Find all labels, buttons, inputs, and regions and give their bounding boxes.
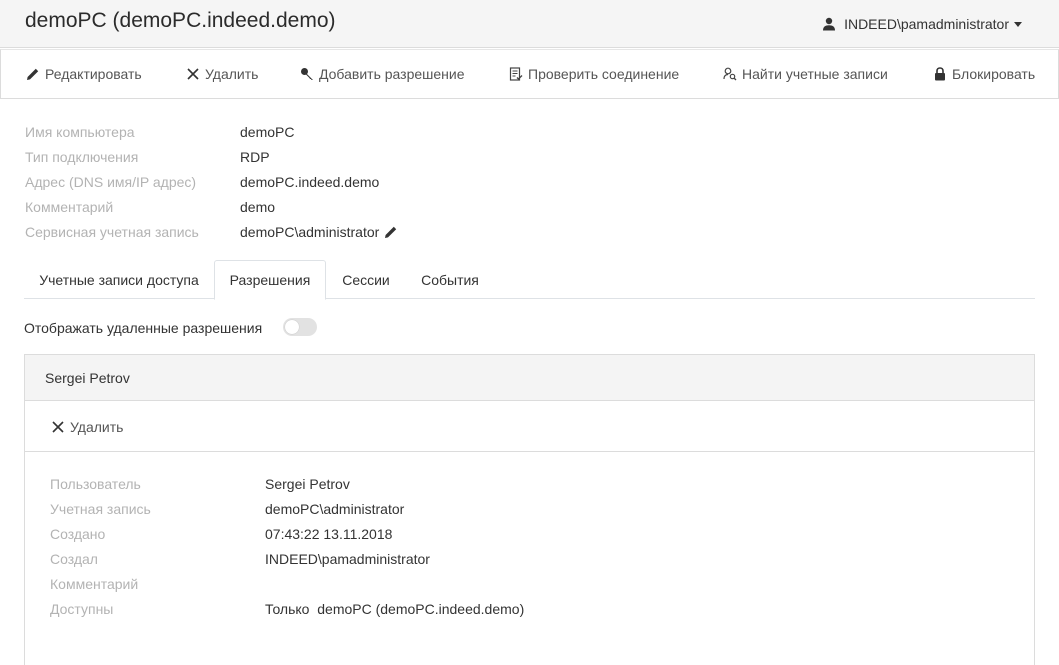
permission-title: Sergei Petrov (45, 370, 130, 386)
field-label: Учетная запись (50, 501, 151, 517)
delete-button-label: Удалить (205, 66, 259, 82)
tab-bar: Учетные записи доступа Разрешения Сессии… (24, 260, 1035, 300)
page-title: demoPC (demoPC.indeed.demo) (25, 9, 336, 32)
property-label: Имя компьютера (25, 124, 135, 140)
block-button[interactable]: Блокировать (933, 50, 1035, 98)
property-value: demoPC (240, 124, 295, 140)
permission-card: Sergei Petrov Удалить (24, 354, 1035, 665)
user-name: INDEED\pamadministrator (844, 16, 1009, 32)
permission-card-header[interactable]: Sergei Petrov (25, 355, 1034, 401)
lock-icon (933, 67, 947, 81)
tab-permissions[interactable]: Разрешения (214, 260, 326, 300)
field-value: INDEED\pamadministrator (265, 551, 430, 567)
property-label: Сервисная учетная запись (25, 224, 199, 240)
show-deleted-label: Отображать удаленные разрешения (24, 320, 263, 336)
tab-events[interactable]: События (408, 260, 492, 299)
field-value: demoPC\administrator (265, 501, 405, 517)
delete-permission-button[interactable]: Удалить (51, 402, 123, 452)
tab-sessions[interactable]: Сессии (328, 260, 404, 299)
field-label: Комментарий (50, 576, 139, 592)
toggle-knob (285, 320, 299, 334)
server-check-icon (509, 67, 523, 81)
add-permission-button[interactable]: Добавить разрешение (300, 50, 465, 98)
user-menu-dropdown[interactable]: INDEED\pamadministrator (822, 16, 1022, 32)
add-permission-label: Добавить разрешение (319, 66, 465, 82)
field-label: Доступны (50, 601, 114, 617)
permission-actions: Удалить (25, 402, 1034, 452)
field-value: Sergei Petrov (265, 476, 350, 492)
property-value: demoPC.indeed.demo (240, 174, 380, 190)
field-label: Создано (50, 526, 106, 542)
find-accounts-label: Найти учетные записи (742, 66, 888, 82)
service-account-text: demoPC\administrator (240, 224, 380, 240)
field-value: 07:43:22 13.11.2018 (265, 526, 393, 542)
chevron-down-icon (1014, 21, 1022, 27)
pencil-icon[interactable] (384, 225, 398, 239)
top-header: demoPC (demoPC.indeed.demo) INDEED\pamad… (0, 0, 1059, 48)
field-value: Только demoPC (demoPC.indeed.demo) (265, 601, 525, 617)
service-account-value: demoPC\administrator (240, 224, 398, 240)
key-icon (300, 67, 314, 81)
delete-button[interactable]: Удалить (186, 50, 258, 98)
property-value: RDP (240, 149, 270, 165)
delete-permission-label: Удалить (70, 419, 124, 435)
find-accounts-button[interactable]: Найти учетные записи (723, 50, 888, 98)
field-label: Создал (50, 551, 98, 567)
block-button-label: Блокировать (952, 66, 1036, 82)
property-value: demo (240, 199, 276, 215)
tab-access-accounts[interactable]: Учетные записи доступа (24, 260, 214, 299)
user-icon (822, 17, 836, 31)
field-label: Пользователь (50, 476, 141, 492)
property-label: Тип подключения (25, 149, 139, 165)
user-search-icon (723, 67, 737, 81)
check-connection-label: Проверить соединение (528, 66, 680, 82)
close-icon (186, 67, 200, 81)
property-label: Комментарий (25, 199, 114, 215)
action-toolbar: Редактировать Удалить Добавить разрешени… (0, 49, 1059, 99)
close-icon (51, 420, 65, 434)
show-deleted-row: Отображать удаленные разрешения (24, 318, 317, 338)
pencil-icon (26, 67, 40, 81)
check-connection-button[interactable]: Проверить соединение (509, 50, 679, 98)
show-deleted-toggle[interactable] (283, 318, 317, 336)
edit-button[interactable]: Редактировать (26, 50, 142, 98)
edit-button-label: Редактировать (45, 66, 142, 82)
property-label: Адрес (DNS имя/IP адрес) (25, 174, 197, 190)
